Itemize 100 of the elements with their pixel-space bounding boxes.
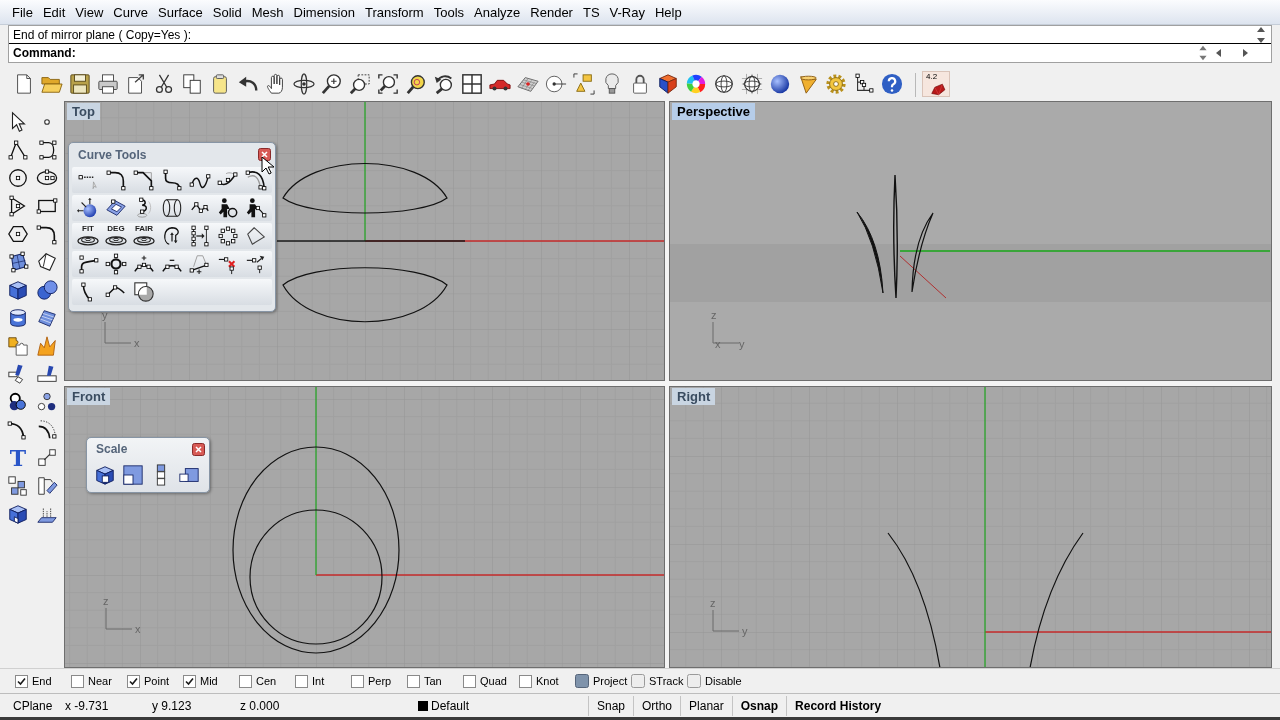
arc-plus-icon[interactable] xyxy=(133,253,155,275)
menu-item[interactable]: Solid xyxy=(207,1,247,23)
checkbox-label[interactable]: Tan xyxy=(424,675,442,687)
checkbox-label[interactable]: Point xyxy=(144,675,170,687)
checkbox-label[interactable]: Near xyxy=(88,675,112,687)
menu-item[interactable]: Analyze xyxy=(469,1,526,23)
checkbox-label[interactable]: Int xyxy=(312,675,325,687)
curve-tool-button[interactable]: FAIR xyxy=(133,224,155,248)
shaded-sphere-icon[interactable] xyxy=(769,73,791,95)
viewport-title[interactable]: Perspective xyxy=(672,103,755,120)
status-pane[interactable]: Ortho xyxy=(633,695,681,716)
sphere-arrows-icon[interactable] xyxy=(77,197,99,219)
checkbox-label[interactable]: STrack xyxy=(649,675,684,687)
folded-surface-icon[interactable] xyxy=(36,251,58,273)
checkbox[interactable] xyxy=(183,674,196,688)
surface-strips-icon[interactable] xyxy=(36,307,58,329)
checkbox-label[interactable]: Project xyxy=(593,675,628,687)
puzzle-icon[interactable] xyxy=(7,335,29,357)
curve-points-icon[interactable] xyxy=(36,139,58,161)
menu-item[interactable]: Dimension xyxy=(288,1,360,23)
grouped-squares-icon[interactable] xyxy=(7,475,29,497)
document-arrow-icon[interactable] xyxy=(125,73,147,95)
polyline-points-icon[interactable] xyxy=(7,139,29,161)
menu-item[interactable]: Help xyxy=(650,1,687,23)
s-curve-icon[interactable] xyxy=(161,169,183,191)
curve-tool-button[interactable]: FIT xyxy=(77,224,99,248)
toggle-button[interactable] xyxy=(575,674,589,688)
rectangle-icon[interactable] xyxy=(36,195,58,217)
magnifier-arrow-icon[interactable] xyxy=(433,73,455,95)
scissors-icon[interactable] xyxy=(153,73,175,95)
offset-curve-icon[interactable] xyxy=(245,169,267,191)
menu-item[interactable]: Surface xyxy=(153,1,208,23)
cylinder-outline-icon[interactable] xyxy=(161,197,183,219)
printer-icon[interactable] xyxy=(97,73,119,95)
checkbox[interactable] xyxy=(295,674,308,688)
viewport-title[interactable]: Top xyxy=(67,103,100,120)
checkbox[interactable] xyxy=(71,674,84,688)
ring-points-icon[interactable] xyxy=(105,253,127,275)
circles-icon[interactable] xyxy=(7,391,29,413)
viewport-title[interactable]: Front xyxy=(67,388,111,405)
circle-center-icon[interactable] xyxy=(7,167,29,189)
circle-point-icon[interactable] xyxy=(545,73,567,95)
status-pane[interactable]: Record History xyxy=(786,695,890,716)
corner-curve-icon[interactable] xyxy=(105,169,127,191)
cube-cutout-icon[interactable] xyxy=(7,503,29,525)
checkbox-label[interactable]: Cen xyxy=(256,675,277,687)
status-pane[interactable]: Planar xyxy=(680,695,732,716)
squares-arrow-icon[interactable] xyxy=(36,447,58,469)
shapes-icon[interactable] xyxy=(573,73,595,95)
menu-item[interactable]: Tools xyxy=(428,1,470,23)
menu-item[interactable]: Render xyxy=(525,1,578,23)
menu-item[interactable]: Edit xyxy=(37,1,71,23)
curve-tool-button[interactable]: DEG xyxy=(105,224,127,248)
layer-name[interactable]: Default xyxy=(431,696,470,715)
tilted-tile-icon[interactable] xyxy=(105,197,127,219)
magnifier-plus-icon[interactable] xyxy=(321,73,343,95)
magnifier-icon[interactable] xyxy=(405,73,427,95)
circles-dots-icon[interactable] xyxy=(36,391,58,413)
checkbox[interactable] xyxy=(15,674,28,688)
help-icon[interactable] xyxy=(881,73,903,95)
checkbox-label[interactable]: Quad xyxy=(480,675,507,687)
cube-icon[interactable] xyxy=(7,279,29,301)
menu-item[interactable]: V-Ray xyxy=(604,1,650,23)
dotted-arc-icon[interactable] xyxy=(36,419,58,441)
quadrilateral-icon[interactable] xyxy=(245,225,267,247)
point-columns-icon[interactable] xyxy=(189,225,211,247)
corner-curve-icon[interactable] xyxy=(36,223,58,245)
trapezoid-points-icon[interactable] xyxy=(189,253,211,275)
cube-square-icon[interactable] xyxy=(94,464,116,486)
checkbox[interactable] xyxy=(519,674,532,688)
toggle-button[interactable] xyxy=(687,674,701,688)
save-icon[interactable] xyxy=(69,73,91,95)
gear-icon[interactable] xyxy=(825,73,847,95)
menu-item[interactable]: File xyxy=(7,1,38,23)
person-points-icon[interactable] xyxy=(245,197,267,219)
menu-item[interactable]: Mesh xyxy=(246,1,289,23)
tilted-block-icon[interactable] xyxy=(36,475,58,497)
text-tool-button[interactable]: T xyxy=(7,447,29,469)
status-pane[interactable]: Snap xyxy=(588,695,634,716)
person-wheel-icon[interactable] xyxy=(217,197,239,219)
checkbox-label[interactable]: Perp xyxy=(368,675,392,687)
surface-patch-icon[interactable] xyxy=(7,251,29,273)
square-circle-icon[interactable] xyxy=(133,281,155,303)
checkbox-label[interactable]: Knot xyxy=(536,675,559,687)
checkbox[interactable] xyxy=(463,674,476,688)
arc-curve-icon[interactable] xyxy=(7,419,29,441)
hexagon-icon[interactable] xyxy=(7,223,29,245)
cylinder-icon[interactable] xyxy=(7,307,29,329)
menu-item[interactable]: Transform xyxy=(359,1,429,23)
blade-slab-icon[interactable] xyxy=(36,363,58,385)
checkbox[interactable] xyxy=(127,674,140,688)
checkbox-label[interactable]: End xyxy=(32,675,52,687)
point-ring-icon[interactable] xyxy=(217,225,239,247)
menu-item[interactable]: View xyxy=(70,1,109,23)
color-wheel-icon[interactable] xyxy=(685,73,707,95)
curve-endpoints-icon[interactable] xyxy=(77,253,99,275)
magnifier-corners-icon[interactable] xyxy=(377,73,399,95)
nested-squares-icon[interactable] xyxy=(122,464,144,486)
close-icon[interactable] xyxy=(258,148,271,161)
magnifier-dashed-box-icon[interactable] xyxy=(349,73,371,95)
